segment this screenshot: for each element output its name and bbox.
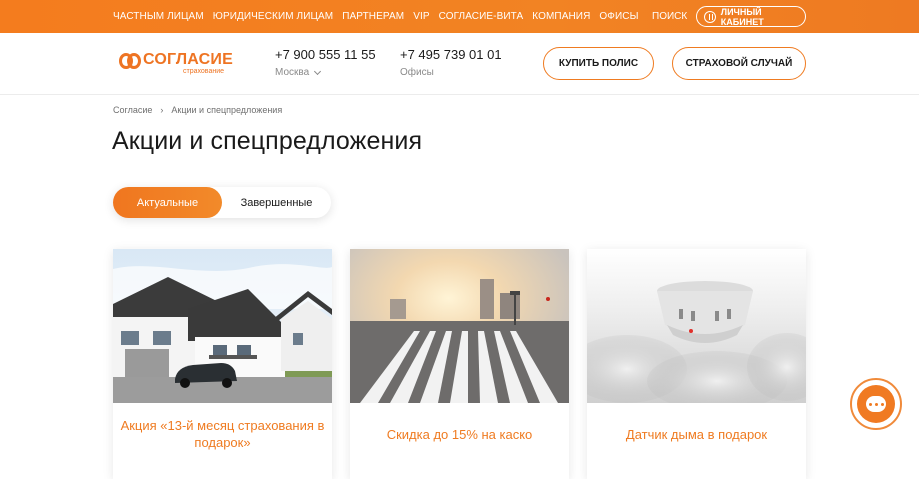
chat-button-inner [857, 385, 895, 423]
company-logo[interactable]: СОГЛАСИЕ страхование [119, 50, 234, 76]
phone-moscow: +7 900 555 11 55 Москва [275, 47, 376, 78]
chat-bubble-icon [866, 396, 886, 412]
logo-mark-icon [119, 53, 141, 69]
cabinet-label: ЛИЧНЫЙ КАБИНЕТ [720, 6, 764, 27]
promo-image-house [113, 249, 332, 403]
nav-private-persons[interactable]: ЧАСТНЫМ ЛИЦАМ [113, 11, 204, 22]
top-nav: ЧАСТНЫМ ЛИЦАМ ЮРИДИЧЕСКИМ ЛИЦАМ ПАРТНЕРА… [113, 0, 648, 33]
phone-number-moscow[interactable]: +7 900 555 11 55 [275, 47, 376, 62]
nav-company[interactable]: КОМПАНИЯ [532, 11, 590, 22]
nav-soglasie-vita[interactable]: СОГЛАСИЕ-ВИТА [439, 11, 524, 22]
promo-image-crosswalk [350, 249, 569, 403]
page-title: Акции и спецпредложения [112, 127, 423, 155]
city-selector[interactable]: Москва [275, 67, 376, 78]
insurance-case-button[interactable]: СТРАХОВОЙ СЛУЧАЙ [672, 47, 806, 80]
tab-finished[interactable]: Завершенные [222, 187, 331, 218]
promo-title[interactable]: Акция «13-й месяц страхования в подарок» [113, 403, 332, 465]
buy-policy-button[interactable]: КУПИТЬ ПОЛИС [543, 47, 654, 80]
site-header: СОГЛАСИЕ страхование +7 900 555 11 55 Мо… [0, 33, 919, 95]
promo-image-smoke-detector [587, 249, 806, 403]
offices-label[interactable]: Офисы [400, 67, 502, 78]
chevron-down-icon [314, 67, 322, 75]
cabinet-icon [704, 10, 716, 23]
promo-title[interactable]: Скидка до 15% на каско [350, 403, 569, 457]
breadcrumb-home[interactable]: Согласие [113, 105, 152, 115]
breadcrumb-current: Акции и спецпредложения [171, 105, 283, 115]
promo-tabs: Актуальные Завершенные [113, 187, 331, 218]
tab-current[interactable]: Актуальные [113, 187, 222, 218]
promo-card-13th-month[interactable]: Акция «13-й месяц страхования в подарок» [113, 249, 332, 479]
promo-card-casco-discount[interactable]: Скидка до 15% на каско [350, 249, 569, 479]
search-link[interactable]: ПОИСК [652, 0, 687, 33]
promo-title[interactable]: Датчик дыма в подарок [587, 403, 806, 457]
personal-cabinet-button[interactable]: ЛИЧНЫЙ КАБИНЕТ [696, 6, 806, 27]
promo-card-smoke-detector[interactable]: Датчик дыма в подарок [587, 249, 806, 479]
logo-name: СОГЛАСИЕ [143, 51, 233, 68]
breadcrumb: Согласие › Акции и спецпредложения [113, 105, 282, 115]
chat-button[interactable] [850, 378, 902, 430]
breadcrumb-separator-icon: › [160, 105, 164, 115]
nav-partners[interactable]: ПАРТНЕРАМ [342, 11, 404, 22]
logo-subtitle: страхование [183, 68, 225, 75]
phone-offices: +7 495 739 01 01 Офисы [400, 47, 502, 78]
top-navigation-bar: ЧАСТНЫМ ЛИЦАМ ЮРИДИЧЕСКИМ ЛИЦАМ ПАРТНЕРА… [0, 0, 919, 33]
city-label: Москва [275, 67, 310, 78]
nav-offices[interactable]: ОФИСЫ [599, 11, 638, 22]
nav-vip[interactable]: VIP [413, 11, 429, 22]
phone-number-offices[interactable]: +7 495 739 01 01 [400, 47, 502, 62]
nav-legal-entities[interactable]: ЮРИДИЧЕСКИМ ЛИЦАМ [213, 11, 333, 22]
